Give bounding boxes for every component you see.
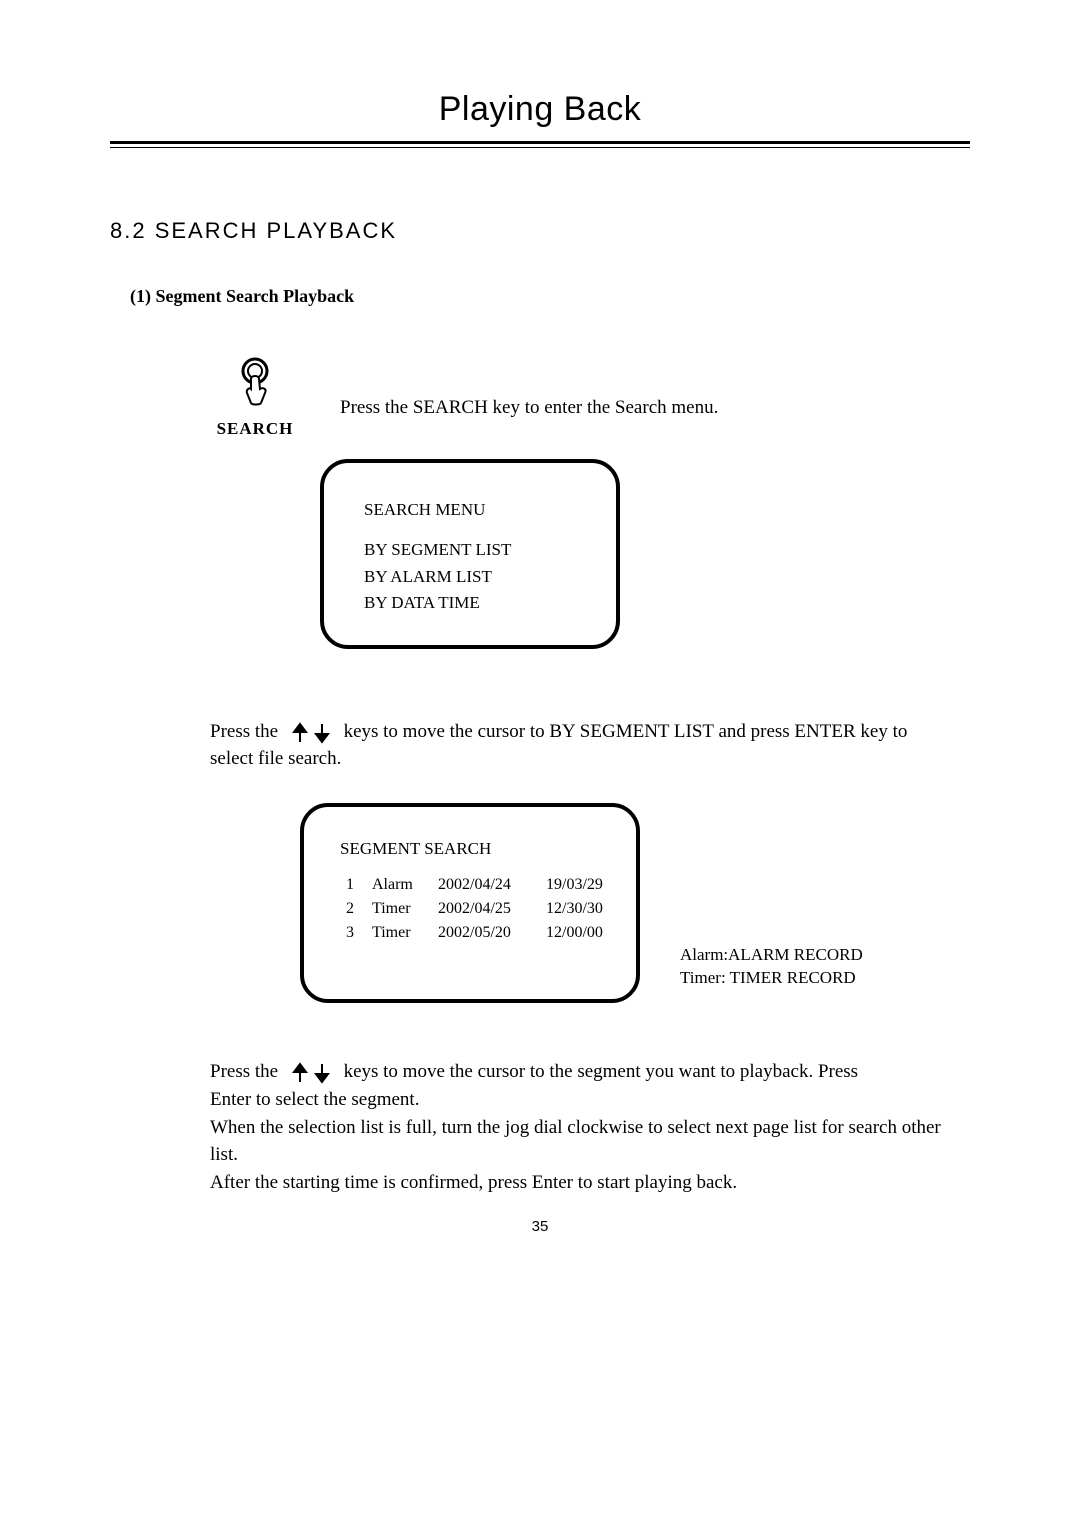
instruction-2: Press the keys to move the cursor to the… bbox=[210, 1058, 970, 1197]
page-title: Playing Back bbox=[110, 90, 970, 129]
seg-time: 12/30/30 bbox=[546, 897, 616, 921]
title-rule bbox=[110, 141, 970, 148]
search-menu-item: BY DATA TIME bbox=[364, 590, 616, 616]
table-row: 3 Timer 2002/05/20 12/00/00 bbox=[340, 921, 636, 945]
up-down-arrows-icon bbox=[289, 719, 333, 746]
seg-time: 12/00/00 bbox=[546, 921, 616, 945]
legend-timer: Timer: TIMER RECORD bbox=[680, 966, 863, 990]
subsection-label: (1) Segment Search Playback bbox=[130, 286, 970, 307]
press-hand-icon bbox=[227, 357, 283, 413]
instr1-line2: select file search. bbox=[210, 748, 341, 769]
instr2-mid: keys to move the cursor to the segment y… bbox=[344, 1061, 858, 1082]
section-heading: 8.2 SEARCH PLAYBACK bbox=[110, 218, 970, 244]
table-row: 1 Alarm 2002/04/24 19/03/29 bbox=[340, 873, 636, 897]
legend-alarm: Alarm:ALARM RECORD bbox=[680, 943, 863, 967]
search-menu-title: SEARCH MENU bbox=[364, 497, 616, 523]
seg-date: 2002/05/20 bbox=[438, 921, 528, 945]
instr2-line3: When the selection list is full, turn th… bbox=[210, 1114, 970, 1169]
instr1-mid: keys to move the cursor to BY SEGMENT LI… bbox=[344, 721, 908, 742]
instr2-line2: Enter to select the segment. bbox=[210, 1086, 970, 1114]
search-menu-item: BY ALARM LIST bbox=[364, 564, 616, 590]
page-number: 35 bbox=[0, 1218, 1080, 1235]
search-instruction: Press the SEARCH key to enter the Search… bbox=[340, 397, 718, 419]
instr1-pre: Press the bbox=[210, 721, 283, 742]
seg-type: Alarm bbox=[372, 873, 420, 897]
seg-idx: 1 bbox=[340, 873, 354, 897]
seg-type: Timer bbox=[372, 897, 420, 921]
up-down-arrows-icon bbox=[289, 1058, 333, 1086]
search-menu-item: BY SEGMENT LIST bbox=[364, 537, 616, 563]
instruction-1: Press the keys to move the cursor to BY … bbox=[210, 719, 970, 773]
search-menu-box: SEARCH MENU BY SEGMENT LIST BY ALARM LIS… bbox=[320, 459, 620, 649]
search-key-label: SEARCH bbox=[217, 419, 294, 439]
instr2-pre: Press the bbox=[210, 1061, 283, 1082]
seg-idx: 2 bbox=[340, 897, 354, 921]
seg-idx: 3 bbox=[340, 921, 354, 945]
instr2-line4: After the starting time is confirmed, pr… bbox=[210, 1169, 970, 1197]
segment-search-title: SEGMENT SEARCH bbox=[340, 839, 636, 859]
seg-time: 19/03/29 bbox=[546, 873, 616, 897]
segment-search-box: SEGMENT SEARCH 1 Alarm 2002/04/24 19/03/… bbox=[300, 803, 640, 1003]
seg-date: 2002/04/24 bbox=[438, 873, 528, 897]
segment-legend: Alarm:ALARM RECORD Timer: TIMER RECORD bbox=[680, 943, 863, 991]
seg-date: 2002/04/25 bbox=[438, 897, 528, 921]
seg-type: Timer bbox=[372, 921, 420, 945]
table-row: 2 Timer 2002/04/25 12/30/30 bbox=[340, 897, 636, 921]
